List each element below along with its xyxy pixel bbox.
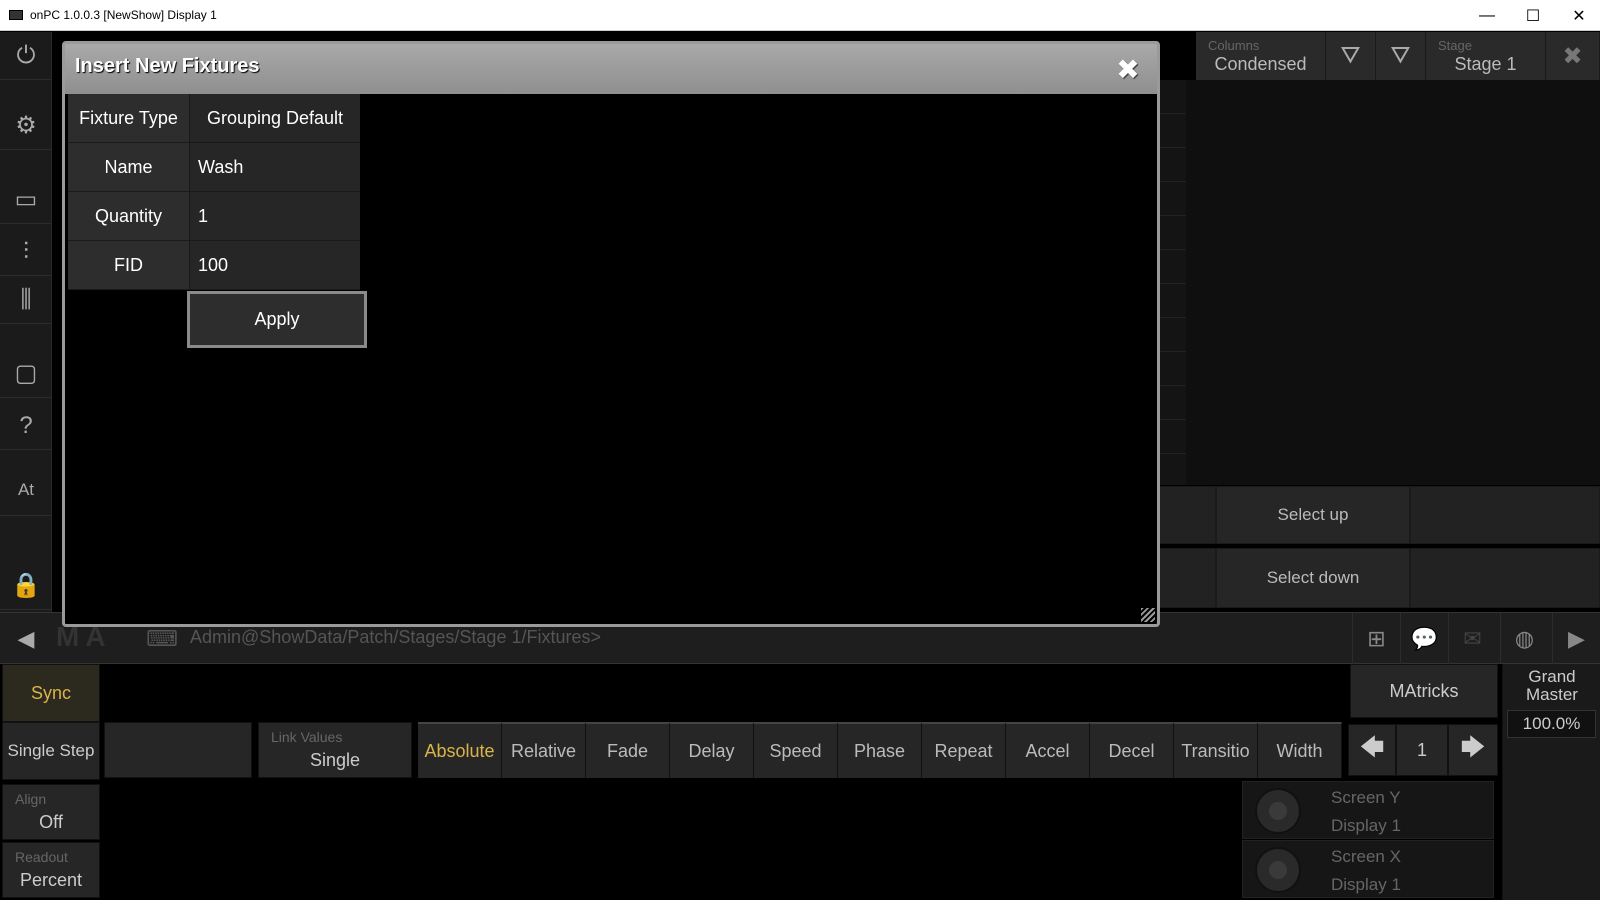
filter-icon[interactable]: ⛛ (1376, 32, 1426, 80)
tab-relative[interactable]: Relative (502, 722, 586, 778)
monitor-icon[interactable]: ▢ (0, 350, 52, 398)
encoder-screen-y[interactable]: Screen Y Display 1 (1242, 781, 1494, 839)
chat-icon[interactable]: 💬 (1400, 613, 1448, 665)
tab-fade[interactable]: Fade (586, 722, 670, 778)
tab-absolute[interactable]: Absolute (418, 722, 502, 778)
tab-width[interactable]: Width (1258, 722, 1342, 778)
playback-faders-icon[interactable]: ⫼ (0, 276, 52, 324)
tab-phase[interactable]: Phase (838, 722, 922, 778)
dialog-title: Insert New Fixtures (75, 55, 260, 77)
at-button[interactable]: At (0, 464, 52, 516)
link-values-selector[interactable]: Link Values Single (258, 722, 412, 778)
link-values-caption: Link Values (271, 729, 343, 745)
name-label: Name (68, 143, 190, 192)
window-titlebar: onPC 1.0.0.3 [NewShow] Display 1 (0, 0, 1600, 31)
fixture-type-label: Fixture Type (68, 94, 190, 143)
close-window-button[interactable]: ✕ (1556, 0, 1600, 31)
apply-button[interactable]: Apply (187, 291, 367, 348)
page-number: 1 (1396, 724, 1448, 776)
readout-selector[interactable]: Readout Percent (2, 842, 100, 898)
faders-icon[interactable]: ⫶ (0, 228, 52, 276)
fixture-type-field[interactable]: Grouping Default (190, 94, 360, 143)
encoder-label: Display 1 (1331, 875, 1401, 894)
fid-field[interactable]: 100 (190, 241, 360, 290)
minimize-button[interactable]: — (1464, 0, 1510, 31)
layer-tabs: Absolute Relative Fade Delay Speed Phase… (418, 722, 1342, 778)
command-line-input[interactable]: Admin@ShowData/Patch/Stages/Stage 1/Fixt… (190, 627, 601, 648)
single-step-button[interactable]: Single Step (2, 722, 100, 780)
left-sidebar: ⏻ ⚙ ▭ ⫶ ⫼ ▢ ? At 🔒 (0, 32, 52, 612)
stage-selector[interactable]: Stage Stage 1 (1426, 32, 1546, 80)
empty-selector[interactable] (104, 722, 252, 778)
columns-selector[interactable]: Columns Condensed (1196, 32, 1326, 80)
align-caption: Align (15, 791, 47, 807)
close-pane-icon[interactable]: ✖ (1546, 32, 1600, 80)
insert-fixtures-dialog: Insert New Fixtures ✖ Fixture Type Group… (62, 41, 1160, 627)
encoder-label: Screen X (1331, 847, 1401, 866)
dialog-header: Insert New Fixtures ✖ (65, 44, 1157, 94)
mail-icon[interactable]: ✉ (1448, 613, 1496, 665)
encoder-knob-icon (1255, 847, 1301, 893)
readout-caption: Readout (15, 849, 68, 865)
tab-transition[interactable]: Transitio (1174, 722, 1258, 778)
columns-caption: Columns (1208, 38, 1260, 53)
select-down-button[interactable]: Select down (1216, 548, 1410, 608)
quantity-field[interactable]: 1 (190, 192, 360, 241)
columns-value: Condensed (1214, 54, 1307, 74)
window-icon[interactable]: ▭ (0, 176, 52, 224)
encoder-label: Screen Y (1331, 788, 1401, 807)
grand-master-label: Grand Master (1526, 667, 1578, 704)
readout-value: Percent (19, 870, 83, 890)
matricks-button[interactable]: MAtricks (1350, 664, 1498, 718)
page-prev-icon[interactable]: 🡄 (1348, 724, 1396, 776)
tab-decel[interactable]: Decel (1090, 722, 1174, 778)
stage-value: Stage 1 (1454, 54, 1517, 74)
select-up-button[interactable]: Select up (1216, 486, 1410, 544)
encoder-screen-x[interactable]: Screen X Display 1 (1242, 840, 1494, 898)
lock-icon[interactable]: 🔒 (0, 562, 52, 610)
resize-handle-icon[interactable] (1141, 608, 1155, 622)
link-values-value: Single (309, 750, 361, 770)
network-icon[interactable]: ⊞ (1352, 613, 1400, 665)
name-field[interactable]: Wash (190, 143, 360, 192)
app-icon (9, 10, 23, 20)
tab-delay[interactable]: Delay (670, 722, 754, 778)
globe-icon[interactable]: ◍ (1500, 613, 1548, 665)
quantity-label: Quantity (68, 192, 190, 241)
page-next-icon[interactable]: 🡆 (1448, 724, 1498, 776)
grand-master-fader[interactable]: Grand Master 100.0% (1502, 664, 1600, 900)
encoder-knob-icon (1255, 788, 1301, 834)
stage-panel (1186, 80, 1600, 485)
grand-master-value: 100.0% (1507, 710, 1596, 738)
empty-button (1410, 548, 1600, 608)
empty-button (1410, 486, 1600, 544)
sync-button[interactable]: Sync (2, 664, 100, 722)
arrow-right-icon[interactable]: ▶ (1552, 613, 1600, 665)
fid-label: FID (68, 241, 190, 290)
stage-caption: Stage (1438, 38, 1472, 53)
window-title: onPC 1.0.0.3 [NewShow] Display 1 (30, 8, 217, 22)
tab-accel[interactable]: Accel (1006, 722, 1090, 778)
arrow-left-icon[interactable]: ◀ (0, 613, 52, 665)
gear-icon[interactable]: ⚙ (0, 102, 52, 150)
maximize-button[interactable]: ☐ (1510, 0, 1556, 31)
power-icon[interactable]: ⏻ (0, 32, 52, 80)
close-icon[interactable]: ✖ (1109, 50, 1147, 88)
align-selector[interactable]: Align Off (2, 784, 100, 840)
filter-clear-icon[interactable]: ⛛ (1326, 32, 1376, 80)
tab-repeat[interactable]: Repeat (922, 722, 1006, 778)
tab-speed[interactable]: Speed (754, 722, 838, 778)
help-icon[interactable]: ? (0, 402, 52, 450)
align-value: Off (39, 812, 63, 832)
encoder-label: Display 1 (1331, 816, 1401, 835)
